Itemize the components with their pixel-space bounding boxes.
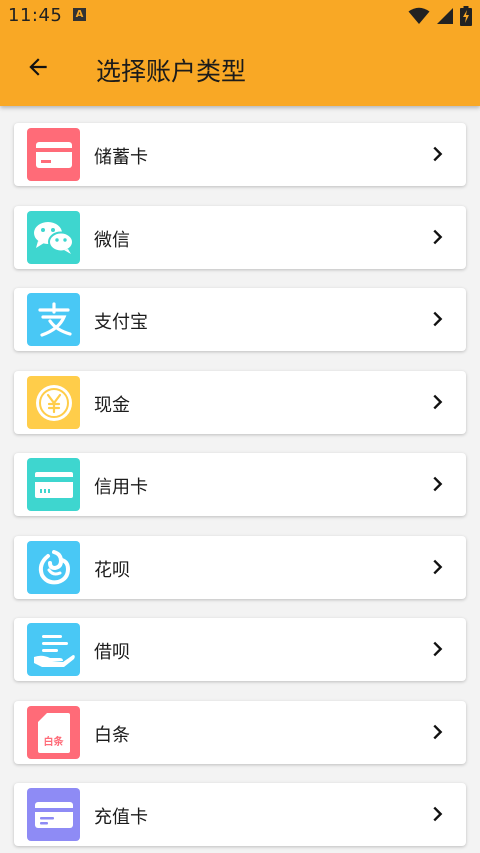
chevron-right-icon: [433, 559, 443, 575]
account-label: 储蓄卡: [94, 147, 148, 168]
account-label: 微信: [94, 230, 130, 251]
chevron-right-icon: [433, 806, 443, 822]
account-item-prepaid-card[interactable]: 充值卡: [14, 783, 466, 846]
alipay-icon: [27, 293, 80, 346]
back-button[interactable]: [16, 45, 60, 89]
app-bar: 11:45 A 选择账户类型: [0, 0, 480, 106]
account-item-alipay[interactable]: 支付宝: [14, 288, 466, 351]
account-item-debit-card[interactable]: 储蓄卡: [14, 123, 466, 186]
account-label: 信用卡: [94, 477, 148, 498]
notification-a-icon: A: [73, 8, 86, 21]
chevron-right-icon: [433, 394, 443, 410]
account-label: 现金: [94, 395, 130, 416]
account-item-wechat[interactable]: 微信: [14, 206, 466, 269]
status-bar: 11:45 A: [0, 0, 480, 32]
prepaid-card-icon: [27, 788, 80, 841]
account-label: 花呗: [94, 560, 130, 581]
account-item-baitiao[interactable]: 白条 白条: [14, 701, 466, 764]
account-label: 白条: [94, 725, 130, 746]
account-label: 支付宝: [94, 312, 148, 333]
status-time: 11:45: [8, 5, 63, 26]
account-item-huabei[interactable]: 花呗: [14, 536, 466, 599]
battery-charging-icon: [460, 6, 472, 26]
page-title: 选择账户类型: [96, 57, 247, 86]
account-label: 借呗: [94, 642, 130, 663]
account-label: 充值卡: [94, 807, 148, 828]
chevron-right-icon: [433, 641, 443, 657]
signal-icon: [437, 8, 453, 24]
chevron-right-icon: [433, 724, 443, 740]
toolbar: 选择账户类型: [0, 32, 480, 106]
huabei-icon: [27, 541, 80, 594]
baitiao-icon-text: 白条: [43, 736, 64, 748]
debit-card-icon: [27, 128, 80, 181]
jiebei-icon: [27, 623, 80, 676]
wifi-icon: [408, 7, 430, 24]
baitiao-document: 白条: [37, 712, 70, 753]
account-item-jiebei[interactable]: 借呗: [14, 618, 466, 681]
credit-card-icon: [27, 458, 80, 511]
chevron-right-icon: [433, 311, 443, 327]
arrow-left-icon: [29, 58, 47, 76]
account-item-cash[interactable]: 现金: [14, 371, 466, 434]
account-item-credit-card[interactable]: 信用卡: [14, 453, 466, 516]
baitiao-icon: 白条: [27, 706, 80, 759]
cash-coin-icon: [27, 376, 80, 429]
chevron-right-icon: [433, 146, 443, 162]
chevron-right-icon: [433, 229, 443, 245]
status-icons: [408, 6, 472, 26]
wechat-icon: [27, 211, 80, 264]
chevron-right-icon: [433, 476, 443, 492]
